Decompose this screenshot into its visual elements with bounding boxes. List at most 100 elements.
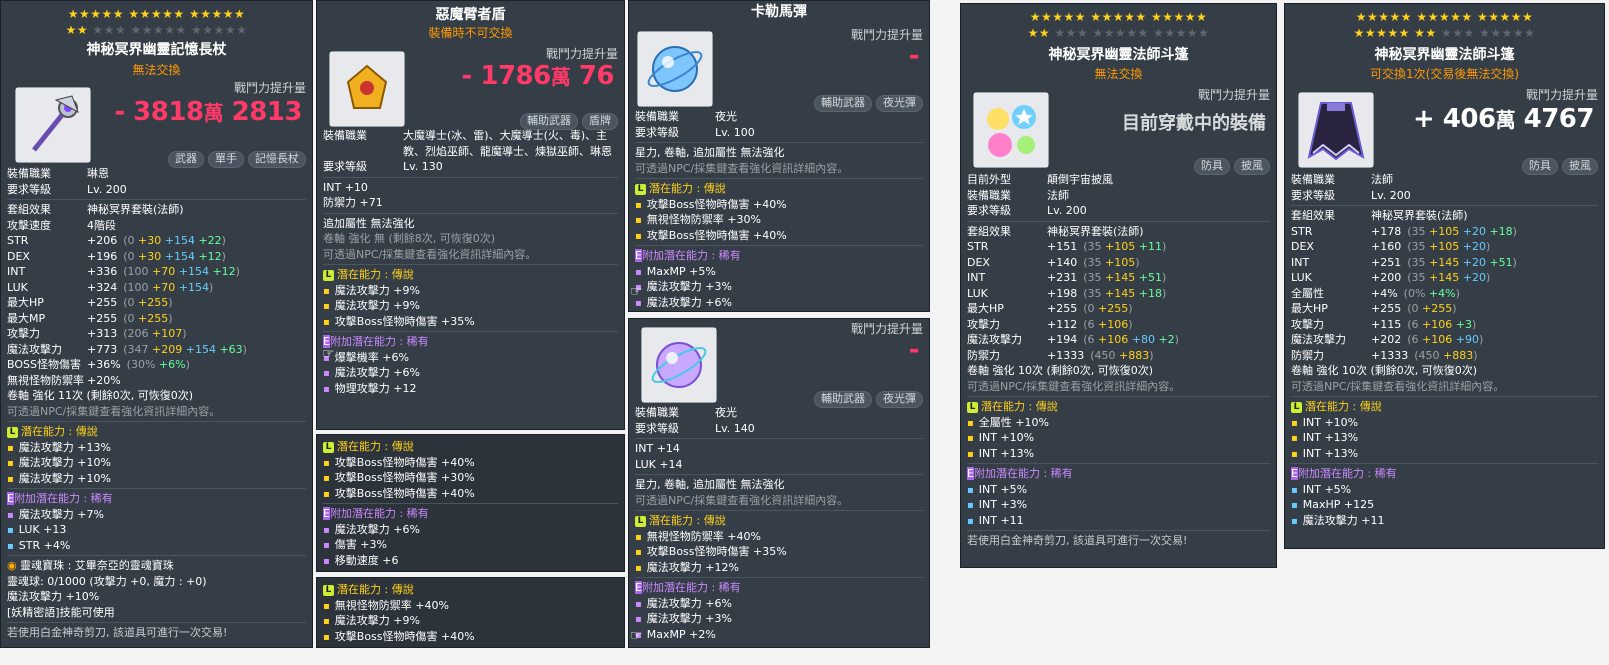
item-name: 惡魔臂者盾 <box>435 7 506 23</box>
item-details: 目前外型 顛倒宇宙披風 裝備職業 法師 要求等級 Lv. 200 套組效果 神秘冥界套裝… <box>967 172 1270 549</box>
bonus-potential-line: INT +5% <box>967 482 1270 498</box>
stat-line: STR +206 (0 +30 +154 +22) <box>7 234 226 247</box>
stat-list: STR +151 (35 +105 +11) DEX +140 (35 +105) INT +… <box>967 239 1270 363</box>
stat-line: DEX +160 (35 +105 +20) <box>1291 240 1491 253</box>
potential-line: 魔法攻擊力 +10% <box>7 471 306 487</box>
tooltip-shield: 惡魔臂者盾 裝備時不可交換 戰鬥力提升量 - 1786萬 76 輔助武器 盾牌 … <box>316 0 625 430</box>
stat-line: STR +151 (35 +105 +11) <box>967 240 1167 253</box>
combat-power-change: + 406萬 4767 <box>1412 104 1595 134</box>
potential-title: L 潛在能力 : 傳說 <box>635 513 923 529</box>
bonus-potential-line: 魔法攻擊力 +3% <box>635 279 923 295</box>
combat-power-label: 戰鬥力提升量 <box>1197 88 1270 102</box>
potential-panel: L潛在能力 : 傳說 無視怪物防禦率 +40% 魔法攻擊力 +9% 攻擊Boss… <box>316 577 625 648</box>
stat-line: 魔法攻擊力 +773 (347 +209 +154 +63) <box>7 342 247 356</box>
scissors-note: 若使用白金神奇剪刀, 該道具可進行一次交易! <box>7 626 228 639</box>
combat-power-change: - 1786萬 76 <box>461 61 615 91</box>
item-details: 裝備職業 大魔導士(冰、雷)、大魔導士(火、毒)、主教、烈焰巫師、龍魔導士、煉獄巫… <box>323 128 618 396</box>
item-name: 神秘冥界幽靈法師斗篷 <box>1048 47 1189 63</box>
item-details: 裝備職業 夜光 要求等級 Lv. 140 INT +14 LUK +14 星力, 卷… <box>635 405 923 642</box>
potential-line: 攻擊Boss怪物時傷害 +35% <box>323 314 618 330</box>
potential-line: INT +13% <box>1291 446 1598 462</box>
stat-line: 防禦力 +1333 (450 +883) <box>1291 348 1478 362</box>
potential-line: INT +13% <box>967 446 1270 462</box>
bonus-potential-line: 傷害 +3% <box>323 537 618 553</box>
star-force-row: ★★★★★ ★★★★★ ★★★★★ <box>67 7 246 21</box>
potential-line: 無視怪物防禦率 +30% <box>635 212 923 228</box>
potential-line: 攻擊Boss怪物時傷害 +40% <box>635 228 923 244</box>
potential-title: L 潛在能力 : 傳說 <box>323 439 618 455</box>
item-name: 神秘冥界幽靈法師斗篷 <box>1374 47 1515 63</box>
potential-line: 魔法攻擊力 +9% <box>323 298 618 314</box>
stat-list: STR +178 (35 +105 +20 +18) DEX +160 (35 +105 … <box>1291 224 1598 364</box>
potential-line: 攻擊Boss怪物時傷害 +40% <box>635 197 923 213</box>
combat-power-label: 戰鬥力提升量 <box>233 81 306 95</box>
hand-cursor-icon: ☞ <box>322 346 335 362</box>
extra-option: 星力, 卷軸, 追加屬性 無法強化 <box>635 478 785 491</box>
combat-power-label: 戰鬥力提升量 <box>1525 88 1598 102</box>
stat-line: 最大HP +255 (0 +255) <box>7 296 173 309</box>
stat-line: 最大HP +255 (0 +255) <box>967 302 1133 315</box>
stat-line: DEX +196 (0 +30 +154 +12) <box>7 249 226 263</box>
stat-list: STR +206 (0 +30 +154 +22) DEX +196 (0 +30 +15… <box>7 233 306 388</box>
bonus-potential-line: MaxMP +5% <box>635 264 923 280</box>
extra-option: 星力, 卷軸, 追加屬性 無法強化 <box>635 146 785 159</box>
soul-weapon: ◉ 靈魂寶珠 : 艾畢奈亞的靈魂寶珠 <box>7 559 174 572</box>
bonus-potential-title: E附加潛在能力 : 稀有 <box>323 507 429 520</box>
potential-title: L 潛在能力 : 傳說 <box>7 424 306 440</box>
stat-line: INT +231 (35 +145 +51) <box>967 271 1167 284</box>
npc-hint: 可透過NPC/採集鍵查看強化資訊詳細內容。 <box>635 161 849 175</box>
equipped-notice: 目前穿戴中的裝備 <box>1122 113 1266 134</box>
potential-title: L 潛在能力 : 傳說 <box>323 267 618 283</box>
combat-power-change: - <box>908 335 920 365</box>
bonus-potential-line: LUK +13 <box>7 522 306 538</box>
bonus-potential-line: 魔法攻擊力 +7% <box>7 507 306 523</box>
bonus-potential-line: 魔法攻擊力 +11 <box>1291 513 1598 529</box>
bonus-potential-line: 魔法攻擊力 +6% <box>323 365 618 381</box>
bonus-potential-title: E附加潛在能力 : 稀有 <box>7 492 113 505</box>
bonus-potential-title: E附加潛在能力 : 稀有 <box>635 249 741 262</box>
soul-stat: 魔法攻擊力 +10% <box>7 590 100 603</box>
stat-line: 攻擊力 +112 (6 +106) <box>967 317 1133 331</box>
bonus-potential-line: STR +4% <box>7 538 306 554</box>
potential-title: L 潛在能力 : 傳說 <box>635 181 923 197</box>
bonus-potential-title: E附加潛在能力 : 稀有 <box>1291 467 1397 480</box>
item-name: 神秘冥界幽靈記憶長杖 <box>86 42 227 58</box>
stat-line: 攻擊力 +115 (6 +106 +3) <box>1291 317 1477 331</box>
tooltip-orb: 卡勒馬彈 戰鬥力提升量 - 輔助武器 夜光彈 裝備職業 夜光 要求等級 Lv. 10… <box>628 0 930 312</box>
stat-line: DEX +140 (35 +105) <box>967 255 1140 269</box>
bonus-potential-title: E附加潛在能力 : 稀有 <box>967 467 1073 480</box>
item-icon <box>973 92 1049 168</box>
stat-line: 防禦力 +1333 (450 +883) <box>967 348 1154 362</box>
potential-line: INT +10% <box>1291 415 1598 431</box>
potential-line: 攻擊Boss怪物時傷害 +40% <box>323 629 618 645</box>
tooltip-orb: 戰鬥力提升量 - 輔助武器 夜光彈 裝備職業 夜光 要求等級 Lv. 140 INT… <box>628 318 930 648</box>
scroll-info: 卷軸 強化 10次 (剩餘0次, 可恢復0次) <box>1291 364 1478 377</box>
potential-line: 攻擊Boss怪物時傷害 +40% <box>323 455 618 471</box>
bonus-potential-line: 魔法攻擊力 +6% <box>635 295 923 311</box>
bonus-potential-line: INT +3% <box>967 497 1270 513</box>
star-force-row: ★★★★★ ★★★★★ ★★★★★ <box>1029 10 1208 24</box>
star-force-row: ★★★★★ ★★ ★★★ ★★★★★ <box>1353 26 1536 40</box>
bonus-potential-line: 爆擊機率 +6% <box>323 350 618 366</box>
stat-line: 魔法攻擊力 +202 (6 +106 +90) <box>1291 333 1484 346</box>
stat-line: 最大MP +255 (0 +255) <box>7 311 173 325</box>
potential-line: 魔法攻擊力 +13% <box>7 440 306 456</box>
item-icon <box>637 31 713 107</box>
hand-cursor-icon: ☞ <box>630 284 643 300</box>
item-details: 裝備職業 夜光 要求等級 Lv. 100 星力, 卷軸, 追加屬性 無法強化 可透過… <box>635 109 923 310</box>
stat-line: INT +336 (100 +70 +154 +12) <box>7 265 240 278</box>
stat-line: 魔法攻擊力 +194 (6 +106 +80 +2) <box>967 333 1179 346</box>
potential-line: 魔法攻擊力 +12% <box>635 560 923 576</box>
potential-line: 魔法攻擊力 +9% <box>323 613 618 629</box>
stat-line: INT +10 <box>323 180 368 194</box>
bonus-potential-line: 魔法攻擊力 +3% <box>635 611 923 627</box>
npc-hint: 可透過NPC/採集鍵查看強化資訊詳細內容。 <box>1291 379 1505 393</box>
combat-power-change: - <box>908 41 920 71</box>
scroll-info: 卷軸 強化 10次 (剩餘0次, 可恢復0次) <box>967 364 1154 377</box>
potential-line: INT +13% <box>1291 430 1598 446</box>
potential-title: L 潛在能力 : 傳說 <box>1291 399 1598 415</box>
item-icon <box>1298 92 1374 168</box>
bonus-potential-title: E附加潛在能力 : 稀有 <box>635 581 741 594</box>
bonus-potential-line: INT +5% <box>1291 482 1598 498</box>
potential-line: INT +10% <box>967 430 1270 446</box>
